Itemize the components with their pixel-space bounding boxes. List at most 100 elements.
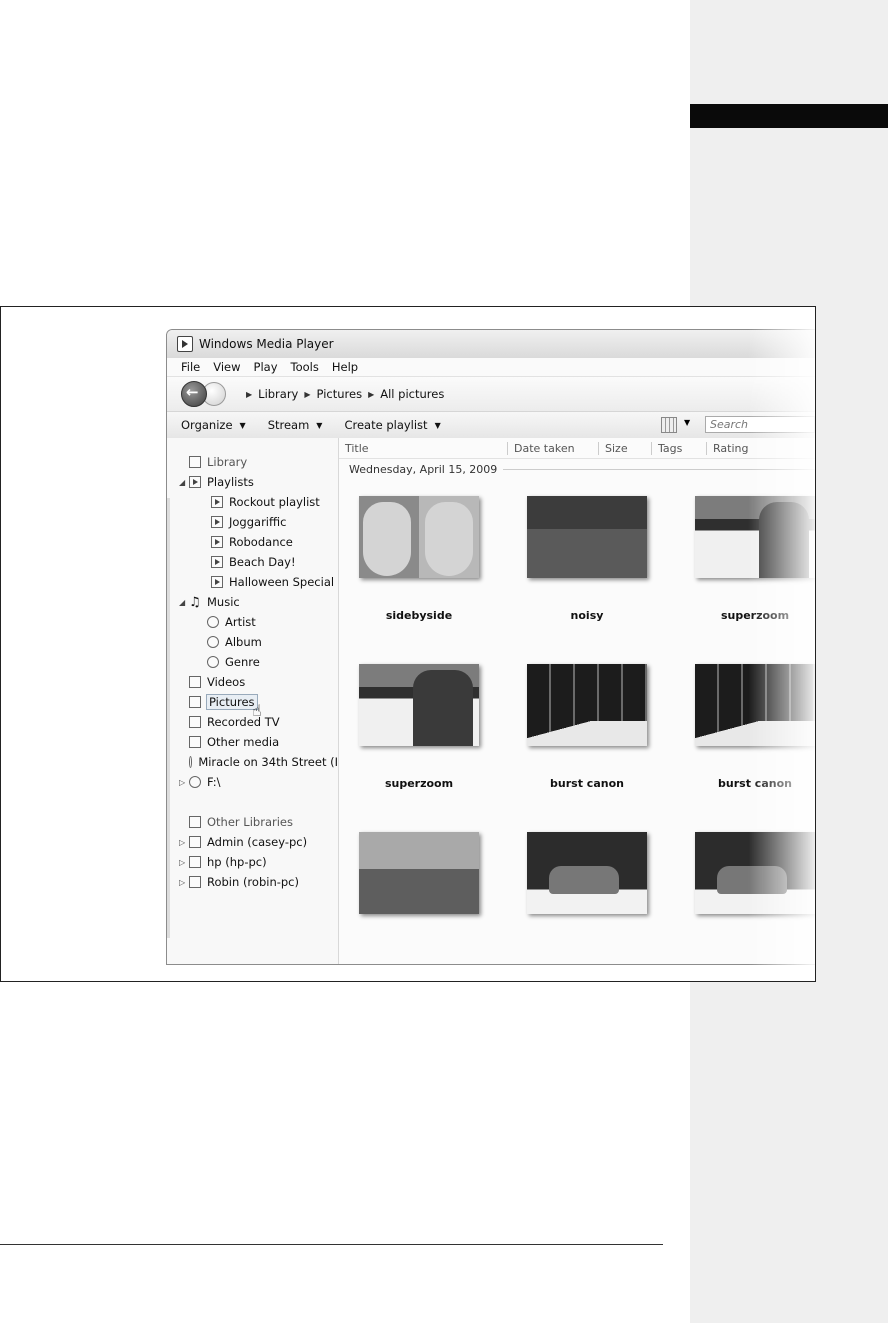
- sidebar-label: Miracle on 34th Street (I: [198, 755, 338, 769]
- picture-title: burst canon: [718, 777, 792, 790]
- person-shape: [413, 670, 473, 746]
- window-title: Windows Media Player: [199, 337, 334, 351]
- sidebar-label: Halloween Special: [229, 575, 335, 589]
- picture-tile[interactable]: burst canon: [507, 664, 675, 828]
- column-title[interactable]: Title: [345, 441, 508, 455]
- sidebar-item-drive[interactable]: ▷ F:\: [167, 772, 338, 792]
- video-icon: [189, 676, 201, 688]
- organize-button[interactable]: Organize ▼: [181, 418, 246, 432]
- sidebar-item-remote-library[interactable]: ▷ Admin (casey-pc): [167, 832, 338, 852]
- sidebar-item-genre[interactable]: Genre: [167, 652, 338, 672]
- sidebar-item-album[interactable]: Album: [167, 632, 338, 652]
- search-input[interactable]: Search: [705, 416, 815, 433]
- picture-view: Title Date taken Size Tags Rating Wednes…: [339, 438, 815, 964]
- playlist-icon: [211, 516, 223, 528]
- create-playlist-button[interactable]: Create playlist ▼: [344, 418, 440, 432]
- picture-thumbnail[interactable]: [527, 832, 647, 914]
- sidebar-item-other-media[interactable]: Other media: [167, 732, 338, 752]
- picture-tile[interactable]: burst canon: [675, 664, 815, 828]
- expand-triangle-icon[interactable]: ◢: [179, 478, 189, 487]
- content-area: Library ◢ Playlists Rockout playlist Jog…: [167, 438, 815, 964]
- column-date-taken[interactable]: Date taken: [514, 441, 599, 455]
- picture-thumbnail[interactable]: [695, 832, 815, 914]
- sidebar-item-playlist[interactable]: Robodance: [167, 532, 338, 552]
- picture-thumbnail[interactable]: [359, 664, 479, 746]
- sidebar-item-artist[interactable]: Artist: [167, 612, 338, 632]
- sidebar-item-remote-library[interactable]: ▷ hp (hp-pc): [167, 852, 338, 872]
- picture-thumbnail[interactable]: [527, 664, 647, 746]
- collapsed-triangle-icon[interactable]: ▷: [179, 858, 189, 867]
- picture-tile[interactable]: [675, 832, 815, 981]
- person-shape: [759, 502, 809, 578]
- picture-thumbnail[interactable]: [695, 496, 815, 578]
- breadcrumb-all-pictures[interactable]: All pictures: [380, 387, 444, 401]
- picture-title: superzoom: [720, 609, 790, 622]
- figure-frame: Windows Media Player File View Play Tool…: [0, 306, 816, 982]
- sidebar-label: Other Libraries: [207, 815, 293, 829]
- sidebar-item-music[interactable]: ◢ ♫ Music: [167, 592, 338, 612]
- menu-tools[interactable]: Tools: [291, 360, 319, 374]
- sidebar-label: Videos: [207, 675, 246, 689]
- organize-label: Organize: [181, 418, 233, 432]
- picture-title: burst canon: [550, 777, 624, 790]
- sidebar-label: Other media: [207, 735, 280, 749]
- sidebar-label: Genre: [225, 655, 260, 669]
- view-options-icon[interactable]: [661, 417, 677, 433]
- sidebar-item-library[interactable]: Library: [167, 452, 338, 472]
- picture-tile[interactable]: [507, 832, 675, 981]
- column-size[interactable]: Size: [605, 441, 652, 455]
- playlist-icon: [211, 556, 223, 568]
- caret-down-icon: ▼: [316, 420, 323, 430]
- playlist-icon: [211, 496, 223, 508]
- picture-tile[interactable]: sidebyside: [339, 496, 507, 660]
- picture-title: noisy: [570, 609, 604, 622]
- sidebar-item-remote-library[interactable]: ▷ Robin (robin-pc): [167, 872, 338, 892]
- playlist-icon: [189, 476, 201, 488]
- chapter-tab: [690, 104, 888, 128]
- column-rating[interactable]: Rating: [713, 442, 748, 455]
- picture-thumbnail[interactable]: [359, 496, 479, 578]
- picture-tile[interactable]: superzoom: [675, 496, 815, 660]
- back-button[interactable]: [181, 381, 207, 407]
- library-icon: [189, 856, 201, 868]
- picture-tile[interactable]: superzoom: [339, 664, 507, 828]
- menu-file[interactable]: File: [181, 360, 200, 374]
- picture-thumbnail[interactable]: [695, 664, 815, 746]
- sidebar-label: Playlists: [207, 475, 254, 489]
- drive-icon: [189, 776, 201, 788]
- sidebar-item-playlist[interactable]: Halloween Special: [167, 572, 338, 592]
- sidebar-label: Admin (casey-pc): [207, 835, 308, 849]
- sidebar-item-dvd[interactable]: Miracle on 34th Street (I: [167, 752, 338, 772]
- breadcrumb: ▶ Library ▶ Pictures ▶ All pictures: [240, 387, 444, 401]
- sidebar-item-other-libraries[interactable]: Other Libraries: [167, 812, 338, 832]
- sidebar-item-videos[interactable]: Videos: [167, 672, 338, 692]
- collapsed-triangle-icon[interactable]: ▷: [179, 778, 189, 787]
- picture-thumbnail[interactable]: [359, 832, 479, 914]
- sidebar-label: F:\: [207, 775, 221, 789]
- collapsed-triangle-icon[interactable]: ▷: [179, 878, 189, 887]
- menu-help[interactable]: Help: [332, 360, 358, 374]
- stream-label: Stream: [267, 418, 310, 432]
- sidebar-item-playlist[interactable]: Beach Day!: [167, 552, 338, 572]
- face-shape: [425, 502, 473, 576]
- sidebar-item-playlist[interactable]: Rockout playlist: [167, 492, 338, 512]
- picture-tile[interactable]: noisy: [507, 496, 675, 660]
- menu-view[interactable]: View: [213, 360, 240, 374]
- collapsed-triangle-icon[interactable]: ▷: [179, 838, 189, 847]
- breadcrumb-pictures[interactable]: Pictures: [317, 387, 363, 401]
- picture-thumbnail[interactable]: [527, 496, 647, 578]
- scrollbar[interactable]: [167, 498, 170, 938]
- caret-down-icon: ▼: [434, 420, 441, 430]
- sidebar-item-playlist[interactable]: Joggariffic: [167, 512, 338, 532]
- column-tags[interactable]: Tags: [658, 441, 707, 455]
- picture-tile[interactable]: [339, 832, 507, 981]
- expand-triangle-icon[interactable]: ◢: [179, 598, 189, 607]
- footer-rule: [0, 1244, 663, 1245]
- media-player-window: Windows Media Player File View Play Tool…: [166, 329, 815, 965]
- caret-down-icon[interactable]: ▼: [684, 418, 690, 427]
- menu-play[interactable]: Play: [254, 360, 278, 374]
- sidebar-item-playlists[interactable]: ◢ Playlists: [167, 472, 338, 492]
- sidebar-label: Album: [225, 635, 262, 649]
- breadcrumb-library[interactable]: Library: [258, 387, 298, 401]
- stream-button[interactable]: Stream ▼: [268, 418, 323, 432]
